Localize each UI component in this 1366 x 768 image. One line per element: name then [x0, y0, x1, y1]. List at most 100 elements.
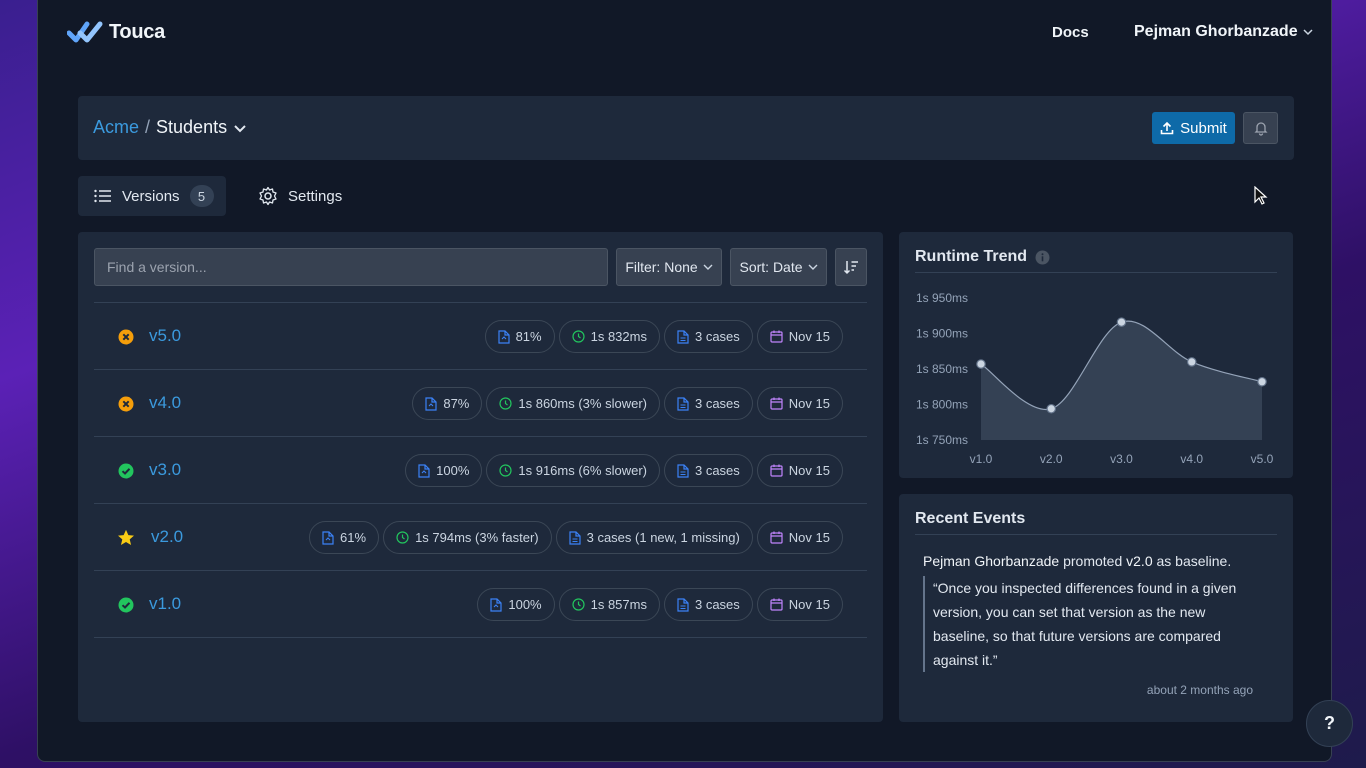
version-name-link[interactable]: v1.0: [149, 594, 181, 614]
runtime-value: 1s 916ms (6% slower): [518, 463, 647, 478]
score-badge: 100%: [477, 588, 555, 621]
trend-data-point[interactable]: [1186, 357, 1197, 367]
score-value: 61%: [340, 530, 367, 545]
runtime-badge: 1s 794ms (3% faster): [383, 521, 552, 554]
document-icon: [497, 329, 510, 344]
breadcrumb: Acme / Students: [93, 117, 247, 138]
suite-dropdown-chevron-icon[interactable]: [233, 121, 247, 135]
event-version[interactable]: v2.0: [1126, 553, 1152, 569]
top-navbar: Touca Docs Pejman Ghorbanzade: [38, 0, 1331, 64]
event-quote: “Once you inspected differences found in…: [923, 576, 1261, 672]
y-tick-label: 1s 950ms: [916, 291, 968, 305]
tab-settings[interactable]: Settings: [242, 176, 342, 216]
sort-dropdown[interactable]: Sort: Date: [730, 248, 827, 286]
score-badge: 81%: [484, 320, 555, 353]
version-badges: 87% 1s 860ms (3% slower) 3 cases Nov 15: [412, 387, 843, 420]
score-badge: 61%: [309, 521, 380, 554]
file-text-icon: [677, 396, 689, 411]
calendar-icon: [770, 531, 783, 544]
version-row[interactable]: v5.0 81% 1s 832ms 3 cases Nov 15: [94, 303, 867, 370]
runtime-value: 1s 832ms: [590, 329, 647, 344]
event-summary: Pejman Ghorbanzade promoted v2.0 as base…: [923, 553, 1273, 569]
calendar-icon: [770, 464, 783, 477]
version-row[interactable]: v4.0 87% 1s 860ms (3% slower) 3 cases No…: [94, 370, 867, 437]
sort-order-button[interactable]: [835, 248, 867, 286]
cases-value: 3 cases: [694, 597, 740, 612]
cases-value: 3 cases: [694, 463, 740, 478]
trend-data-point[interactable]: [976, 359, 986, 369]
breadcrumb-team-link[interactable]: Acme: [93, 117, 139, 138]
user-menu[interactable]: Pejman Ghorbanzade: [1134, 23, 1314, 41]
help-button[interactable]: ?: [1306, 700, 1353, 747]
filter-dropdown-label: Filter: None: [625, 259, 698, 275]
score-value: 81%: [515, 329, 542, 344]
trend-data-point[interactable]: [1046, 403, 1057, 414]
document-icon: [425, 396, 437, 411]
score-value: 87%: [443, 396, 470, 411]
versions-list: v5.0 81% 1s 832ms 3 cases Nov 15 v4.0 87…: [94, 302, 867, 638]
check-circle-icon: [118, 463, 134, 479]
info-icon[interactable]: [1035, 250, 1050, 265]
score-value: 100%: [436, 463, 470, 478]
brand-logo[interactable]: Touca: [67, 20, 165, 44]
x-tick-label: v2.0: [1040, 452, 1063, 466]
runtime-trend-panel: Runtime Trend 1s 950ms 1s 900ms 1s 850ms 1s…: [899, 232, 1293, 478]
version-row[interactable]: v2.0 61% 1s 794ms (3% faster) 3 cases (1…: [94, 504, 867, 571]
clock-icon: [396, 531, 409, 544]
file-text-icon: [677, 329, 689, 344]
event-actor[interactable]: Pejman Ghorbanzade: [923, 553, 1059, 569]
touca-logo-icon: [67, 21, 103, 43]
suite-header: Acme / Students Submit: [78, 96, 1294, 160]
list-icon: [94, 189, 111, 203]
bell-icon: [1253, 122, 1268, 136]
version-search-input[interactable]: [94, 248, 608, 286]
runtime-trend-title-text: Runtime Trend: [915, 248, 1028, 265]
check-circle-icon: [118, 597, 134, 613]
breadcrumb-separator: /: [145, 117, 151, 137]
tab-versions[interactable]: Versions 5: [78, 176, 226, 216]
star-icon: [118, 529, 134, 545]
score-badge: 100%: [405, 454, 483, 487]
recent-events-panel: Recent Events Pejman Ghorbanzade promote…: [899, 494, 1293, 722]
runtime-badge: 1s 916ms (6% slower): [486, 454, 660, 487]
mouse-cursor-icon: [1254, 186, 1268, 205]
recent-events-title: Recent Events: [915, 510, 1026, 527]
runtime-value: 1s 794ms (3% faster): [415, 530, 539, 545]
divider: [915, 534, 1277, 535]
divider: [915, 272, 1277, 273]
gear-icon: [259, 186, 277, 206]
chevron-down-icon: [703, 264, 713, 270]
runtime-badge: 1s 860ms (3% slower): [486, 387, 660, 420]
event-action: promoted: [1059, 553, 1127, 569]
x-tick-label: v1.0: [970, 452, 993, 466]
clock-icon: [499, 464, 512, 477]
breadcrumb-suite[interactable]: Students: [156, 117, 227, 138]
version-name-link[interactable]: v3.0: [149, 460, 181, 480]
notifications-button[interactable]: [1243, 112, 1278, 144]
filter-dropdown[interactable]: Filter: None: [616, 248, 722, 286]
version-row[interactable]: v1.0 100% 1s 857ms 3 cases Nov 15: [94, 571, 867, 638]
version-name-link[interactable]: v5.0: [149, 326, 181, 346]
y-tick-label: 1s 800ms: [916, 398, 968, 412]
date-badge: Nov 15: [756, 387, 843, 420]
trend-data-point[interactable]: [1116, 317, 1127, 327]
submit-button[interactable]: Submit: [1152, 112, 1235, 144]
version-name-link[interactable]: v4.0: [149, 393, 181, 413]
versions-count-badge: 5: [189, 185, 214, 207]
date-badge: Nov 15: [756, 320, 843, 353]
trend-data-point[interactable]: [1257, 376, 1267, 387]
file-text-icon: [569, 530, 581, 545]
version-row[interactable]: v3.0 100% 1s 916ms (6% slower) 3 cases N…: [94, 437, 867, 504]
date-value: Nov 15: [788, 597, 830, 612]
date-value: Nov 15: [788, 396, 830, 411]
date-value: Nov 15: [788, 329, 830, 344]
cases-badge: 3 cases (1 new, 1 missing): [555, 521, 753, 554]
docs-link[interactable]: Docs: [1052, 24, 1089, 41]
document-icon: [490, 597, 502, 612]
upload-icon: [1160, 121, 1174, 135]
runtime-trend-title: Runtime Trend: [915, 248, 1050, 266]
y-tick-label: 1s 900ms: [916, 327, 968, 341]
file-text-icon: [677, 463, 689, 478]
versions-list-panel: Filter: None Sort: Date v5.0: [78, 232, 883, 722]
version-name-link[interactable]: v2.0: [151, 527, 183, 547]
